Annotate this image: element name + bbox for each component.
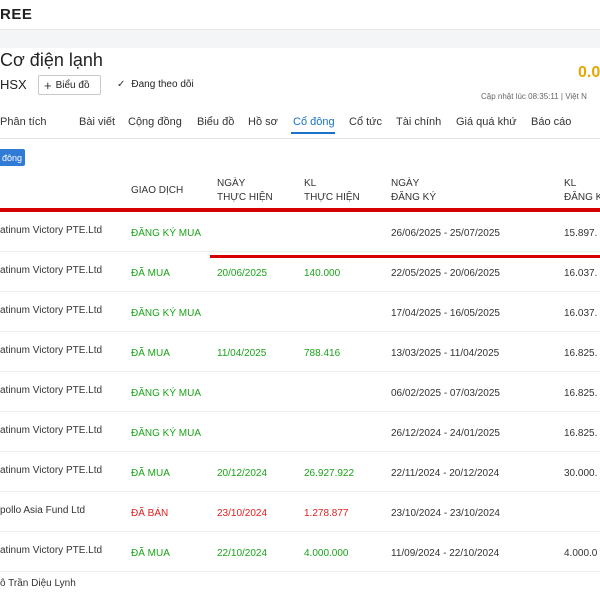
highlight-line-top <box>0 208 600 212</box>
table-row[interactable]: atinum Victory PTE.Ltd ĐĂNG KÝ MUA 06/02… <box>0 371 600 411</box>
active-tab-indicator <box>291 132 335 134</box>
exec-volume: 788.416 <box>304 348 341 359</box>
transaction-type: ĐÃ MUA <box>131 268 170 279</box>
holder-name: atinum Victory PTE.Ltd <box>0 425 103 436</box>
table-row[interactable]: atinum Victory PTE.Ltd ĐĂNG KÝ MUA 17/04… <box>0 291 600 331</box>
reg-date: 22/11/2024 - 20/12/2024 <box>391 468 500 479</box>
reg-date: 26/12/2024 - 24/01/2025 <box>391 428 500 439</box>
tab-co-tuc[interactable]: Cổ tức <box>349 116 382 128</box>
holder-name: atinum Victory PTE.Ltd <box>0 225 103 236</box>
tab-ho-so[interactable]: Hồ sơ <box>248 116 278 128</box>
top-bar: REE <box>0 0 600 30</box>
exec-date: 20/06/2025 <box>217 268 268 279</box>
tab-tai-chinh[interactable]: Tài chính <box>396 116 441 128</box>
holder-name: atinum Victory PTE.Ltd <box>0 345 103 356</box>
header-exec-vol: KL THỰC HIỆN <box>304 177 360 205</box>
header-transaction: GIAO DỊCH <box>131 185 184 196</box>
header-exec-vol-line1: KL <box>304 178 317 189</box>
table-row[interactable]: pollo Asia Fund Ltd ĐÃ BÁN 23/10/2024 1.… <box>0 491 600 531</box>
header-exec-vol-line2: THỰC HIỆN <box>304 192 360 203</box>
stock-price: 0.0 <box>578 64 600 81</box>
holder-name: atinum Victory PTE.Ltd <box>0 465 103 476</box>
check-icon: ✓ <box>117 79 126 90</box>
transaction-type: ĐÃ MUA <box>131 468 170 479</box>
exec-date: 22/10/2024 <box>217 548 268 559</box>
table-row[interactable]: atinum Victory PTE.Ltd ĐÃ MUA 20/12/2024… <box>0 451 600 491</box>
table-row[interactable]: ô Trần Diệu Lynh <box>0 571 600 600</box>
updated-timestamp: Cập nhật lúc 08:35:11 | Việt N <box>481 92 587 101</box>
table-row[interactable]: atinum Victory PTE.Ltd ĐÃ MUA 11/04/2025… <box>0 331 600 371</box>
reg-volume: 30.000. <box>564 468 598 479</box>
transaction-type: ĐĂNG KÝ MUA <box>131 388 202 399</box>
exec-date: 11/04/2025 <box>217 348 267 359</box>
tab-gia-qua-khu[interactable]: Giá quá khứ <box>456 116 517 128</box>
tab-bai-viet[interactable]: Bài viết <box>79 116 115 128</box>
reg-volume: 15.897. <box>564 228 598 239</box>
follow-button[interactable]: ✓ Đang theo dõi <box>117 79 194 90</box>
reg-date: 22/05/2025 - 20/06/2025 <box>391 268 500 279</box>
holder-name: pollo Asia Fund Ltd <box>0 505 86 516</box>
reg-volume: 16.825. <box>564 388 598 399</box>
holder-name: atinum Victory PTE.Ltd <box>0 305 103 316</box>
table-row[interactable]: atinum Victory PTE.Ltd ĐĂNG KÝ MUA 26/06… <box>0 211 600 251</box>
brand-logo[interactable]: REE <box>0 6 32 23</box>
tab-bao-cao[interactable]: Báo cáo <box>531 116 571 128</box>
highlight-line-bottom <box>210 255 600 258</box>
tabs-divider <box>0 138 600 139</box>
reg-volume: 16.037. <box>564 308 598 319</box>
reg-date: 11/09/2024 - 22/10/2024 <box>391 548 500 559</box>
table-row[interactable]: atinum Victory PTE.Ltd ĐÃ MUA 22/10/2024… <box>0 531 600 571</box>
reg-volume: 16.825. <box>564 348 598 359</box>
tab-cong-dong[interactable]: Cộng đồng <box>128 116 182 128</box>
table-header: GIAO DỊCH NGÀY THỰC HIỆN KL THỰC HIỆN NG… <box>0 172 600 208</box>
table-row[interactable]: atinum Victory PTE.Ltd ĐĂNG KÝ MUA 26/12… <box>0 411 600 451</box>
header-reg-vol: KL ĐĂNG K <box>564 177 600 205</box>
reg-date: 06/02/2025 - 07/03/2025 <box>391 388 500 399</box>
tab-phan-tich[interactable]: Phân tích <box>0 116 46 128</box>
transaction-type: ĐĂNG KÝ MUA <box>131 228 202 239</box>
transaction-type: ĐÃ MUA <box>131 348 170 359</box>
holder-name: atinum Victory PTE.Ltd <box>0 265 103 276</box>
chart-button[interactable]: + Biểu đồ <box>38 75 101 95</box>
exchange-label: HSX <box>0 77 27 92</box>
reg-date: 13/03/2025 - 11/04/2025 <box>391 348 500 359</box>
header-reg-vol-line1: KL <box>564 178 577 189</box>
chart-button-label: Biểu đồ <box>55 79 90 91</box>
reg-date: 26/06/2025 - 25/07/2025 <box>391 228 500 239</box>
exec-volume: 4.000.000 <box>304 548 349 559</box>
tab-co-dong[interactable]: Cổ đông <box>293 116 335 128</box>
exec-date: 23/10/2024 <box>217 508 268 519</box>
follow-label: Đang theo dõi <box>131 79 194 90</box>
exec-volume: 140.000 <box>304 268 341 279</box>
header-exec-date-line1: NGÀY <box>217 178 246 189</box>
reg-date: 23/10/2024 - 23/10/2024 <box>391 508 500 519</box>
header-reg-date-line2: ĐĂNG KÝ <box>391 192 437 203</box>
company-name: Cơ điện lạnh <box>0 50 103 70</box>
header-band <box>0 30 600 48</box>
holder-name: atinum Victory PTE.Ltd <box>0 385 103 396</box>
reg-date: 17/04/2025 - 16/05/2025 <box>391 308 500 319</box>
transaction-type: ĐĂNG KÝ MUA <box>131 428 202 439</box>
transaction-type: ĐÃ BÁN <box>131 508 169 519</box>
header-reg-date-line1: NGÀY <box>391 178 420 189</box>
section-badge[interactable]: đông <box>0 149 25 166</box>
holder-name: atinum Victory PTE.Ltd <box>0 545 103 556</box>
transaction-type: ĐÃ MUA <box>131 548 170 559</box>
header-exec-date-line2: THỰC HIỆN <box>217 192 273 203</box>
header-exec-date: NGÀY THỰC HIỆN <box>217 177 273 205</box>
tab-bieu-do[interactable]: Biểu đồ <box>197 116 234 128</box>
exec-volume: 26.927.922 <box>304 468 355 479</box>
holder-name: ô Trần Diệu Lynh <box>0 578 76 589</box>
plus-icon: + <box>44 77 52 93</box>
exec-volume: 1.278.877 <box>304 508 349 519</box>
exec-date: 20/12/2024 <box>217 468 268 479</box>
header-reg-date: NGÀY ĐĂNG KÝ <box>391 177 436 205</box>
header-reg-vol-line2: ĐĂNG K <box>564 192 600 203</box>
reg-volume: 16.037. <box>564 268 598 279</box>
reg-volume: 4.000.0 <box>564 548 598 559</box>
transaction-type: ĐĂNG KÝ MUA <box>131 308 202 319</box>
reg-volume: 16.825. <box>564 428 598 439</box>
